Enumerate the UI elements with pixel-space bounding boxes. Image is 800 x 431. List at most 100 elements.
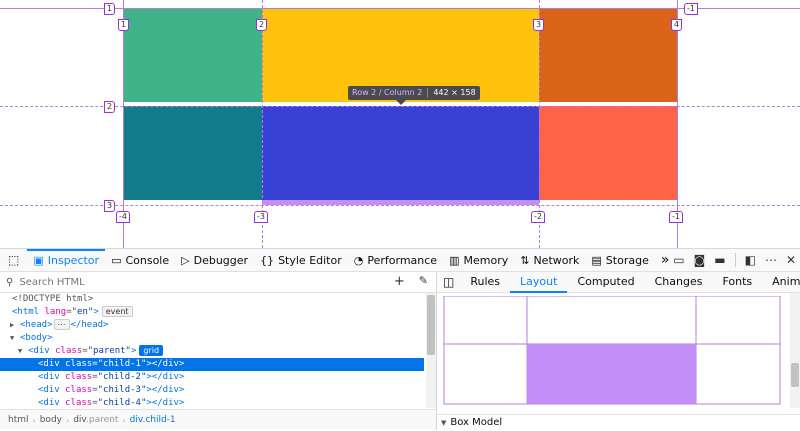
box-model-label: Box Model — [450, 417, 503, 428]
collapse-arrow-icon[interactable]: ▼ — [18, 345, 28, 358]
tab-animations[interactable]: Animations — [762, 272, 800, 292]
tab-console[interactable]: ▭ Console — [105, 249, 175, 271]
row-line-badge-neg1: -1 — [684, 3, 698, 15]
tab-label: Inspector — [47, 253, 100, 267]
markup-line-child-3[interactable]: <div class="child-3"></div> — [0, 384, 424, 397]
element-picker-icon[interactable]: ⬚ — [0, 253, 27, 267]
attr-value: "child-1" — [97, 359, 147, 369]
sidebar-scrollbar[interactable] — [790, 293, 800, 408]
screenshot-icon[interactable]: ◙ — [694, 253, 706, 267]
markup-scrollbar[interactable] — [426, 293, 436, 408]
tab-layout[interactable]: Layout — [510, 272, 568, 293]
grid-cell-child-4[interactable] — [124, 106, 262, 200]
attr-value: "child-2" — [97, 372, 147, 382]
grid-cell-child-1[interactable] — [124, 8, 262, 102]
breadcrumb-html[interactable]: html — [0, 415, 33, 425]
col-line-badge-neg1: -1 — [669, 211, 683, 223]
scrollbar-thumb[interactable] — [427, 295, 435, 355]
attr-name: lang — [44, 307, 67, 317]
crumb-tag: div — [73, 415, 87, 425]
grid-cell-child-5[interactable] — [262, 106, 539, 200]
storage-icon: ▤ — [591, 253, 602, 267]
scrollbar-thumb[interactable] — [791, 363, 799, 387]
inspector-markup-pane: ⚲ + ✎ <!DOCTYPE html> <html lang="en">ev… — [0, 272, 437, 430]
search-input[interactable] — [17, 275, 322, 289]
grid-cell-child-6[interactable] — [539, 106, 677, 200]
attr-name: class — [65, 385, 93, 395]
search-icon: ⚲ — [6, 276, 14, 288]
attr-value: "en" — [71, 307, 94, 317]
row-line-badge-1: 1 — [104, 3, 116, 15]
tag-text: > — [130, 346, 137, 356]
grid-outline-highlighted-cell[interactable] — [527, 344, 696, 404]
crumb-tag: div — [129, 415, 143, 425]
tab-label: Console — [125, 253, 170, 267]
inspector-icon: ▣ — [33, 253, 44, 267]
tab-network[interactable]: ⇅ Network — [514, 249, 585, 271]
attr-name: class — [65, 359, 93, 369]
devtools-panel: ⬚ ▣ Inspector ▭ Console ▷ Debugger {} Style … — [0, 248, 800, 430]
markup-line-body[interactable]: ▼ <body> — [0, 332, 424, 345]
breadcrumb-parent[interactable]: div.parent — [69, 415, 122, 425]
tab-debugger[interactable]: ▷ Debugger — [175, 249, 254, 271]
doctype-text: <!DOCTYPE html> — [12, 294, 94, 304]
event-badge[interactable]: event — [101, 306, 133, 317]
tab-rules[interactable]: Rules — [460, 272, 510, 292]
markup-line-child-2[interactable]: <div class="child-2"></div> — [0, 371, 424, 384]
devtools-toolbar: ⬚ ▣ Inspector ▭ Console ▷ Debugger {} Style … — [0, 249, 800, 272]
console-icon: ▭ — [111, 253, 122, 267]
tab-inspector[interactable]: ▣ Inspector — [27, 249, 105, 271]
tab-style-editor[interactable]: {} Style Editor — [254, 249, 348, 271]
tag-text: ></div> — [146, 385, 185, 395]
tab-performance[interactable]: ◔ Performance — [348, 249, 443, 271]
markup-line-doctype[interactable]: <!DOCTYPE html> — [0, 293, 424, 306]
network-icon: ⇅ — [520, 253, 530, 267]
attr-name: class — [65, 398, 93, 408]
tab-changes[interactable]: Changes — [645, 272, 713, 292]
box-model-section-header[interactable]: ▼ Box Model — [437, 414, 800, 430]
markup-tree: <!DOCTYPE html> <html lang="en"> event ▶ <… — [0, 293, 424, 408]
expand-arrow-icon[interactable]: ▶ — [10, 319, 20, 332]
tag-text: <html — [12, 307, 40, 317]
performance-icon: ◔ — [353, 253, 364, 267]
breadcrumb-body[interactable]: body — [36, 415, 66, 425]
markup-line-child-4[interactable]: <div class="child-4"></div> — [0, 397, 424, 408]
tab-label: Debugger — [193, 253, 249, 267]
close-icon[interactable]: ✕ — [786, 253, 796, 267]
collapsed-ellipsis[interactable]: ⋯ — [53, 319, 70, 330]
attr-value: "child-4" — [97, 398, 147, 408]
attr-value: "child-3" — [97, 385, 147, 395]
inspector-sidebar: ◫ Rules Layout Computed Changes Fonts An… — [437, 272, 800, 430]
collapse-arrow-icon[interactable]: ▼ — [10, 332, 20, 345]
grid-badge[interactable]: grid — [139, 345, 164, 356]
grid-cell-child-3[interactable] — [539, 8, 677, 102]
rulers-icon[interactable]: ▬ — [714, 253, 725, 267]
tab-label: Style Editor — [278, 253, 342, 267]
markup-line-parent[interactable]: ▼ <div class="parent"> grid — [0, 345, 424, 358]
tag-text: <div — [38, 372, 60, 382]
tab-storage[interactable]: ▤ Storage — [585, 249, 654, 271]
grid-area-tooltip: Row 2 / Column 2 442 × 158 — [348, 86, 480, 105]
overflow-menu-icon[interactable]: ⋯ — [765, 253, 777, 267]
col-line-badge-neg3: -3 — [254, 211, 268, 223]
tooltip-size-label: 442 × 158 — [433, 88, 476, 97]
add-node-icon[interactable]: + — [394, 274, 405, 289]
toggle-pane-icon[interactable]: ◫ — [437, 275, 460, 289]
debugger-icon: ▷ — [181, 253, 190, 267]
crumb-class: .child-1 — [142, 415, 176, 425]
row-line-badge-2: 2 — [104, 101, 116, 113]
eyedropper-icon[interactable]: ✎ — [419, 274, 428, 289]
tag-text: <div — [38, 398, 60, 408]
dock-side-icon[interactable]: ◧ — [745, 253, 756, 267]
tag-text: <div — [38, 359, 60, 369]
tab-computed[interactable]: Computed — [567, 272, 644, 292]
markup-line-html[interactable]: <html lang="en"> event — [0, 306, 424, 319]
markup-line-child-1[interactable]: <div class="child-1"></div> — [0, 358, 424, 371]
tab-fonts[interactable]: Fonts — [712, 272, 762, 292]
markup-line-head[interactable]: ▶ <head> ⋯ </head> — [0, 319, 424, 332]
tab-memory[interactable]: ▥ Memory — [443, 249, 514, 271]
breadcrumb-child-1[interactable]: div.child-1 — [126, 415, 180, 425]
tag-text: ></div> — [146, 372, 185, 382]
responsive-design-icon[interactable]: ▭ — [673, 253, 684, 267]
more-tools-icon: » — [660, 252, 670, 268]
